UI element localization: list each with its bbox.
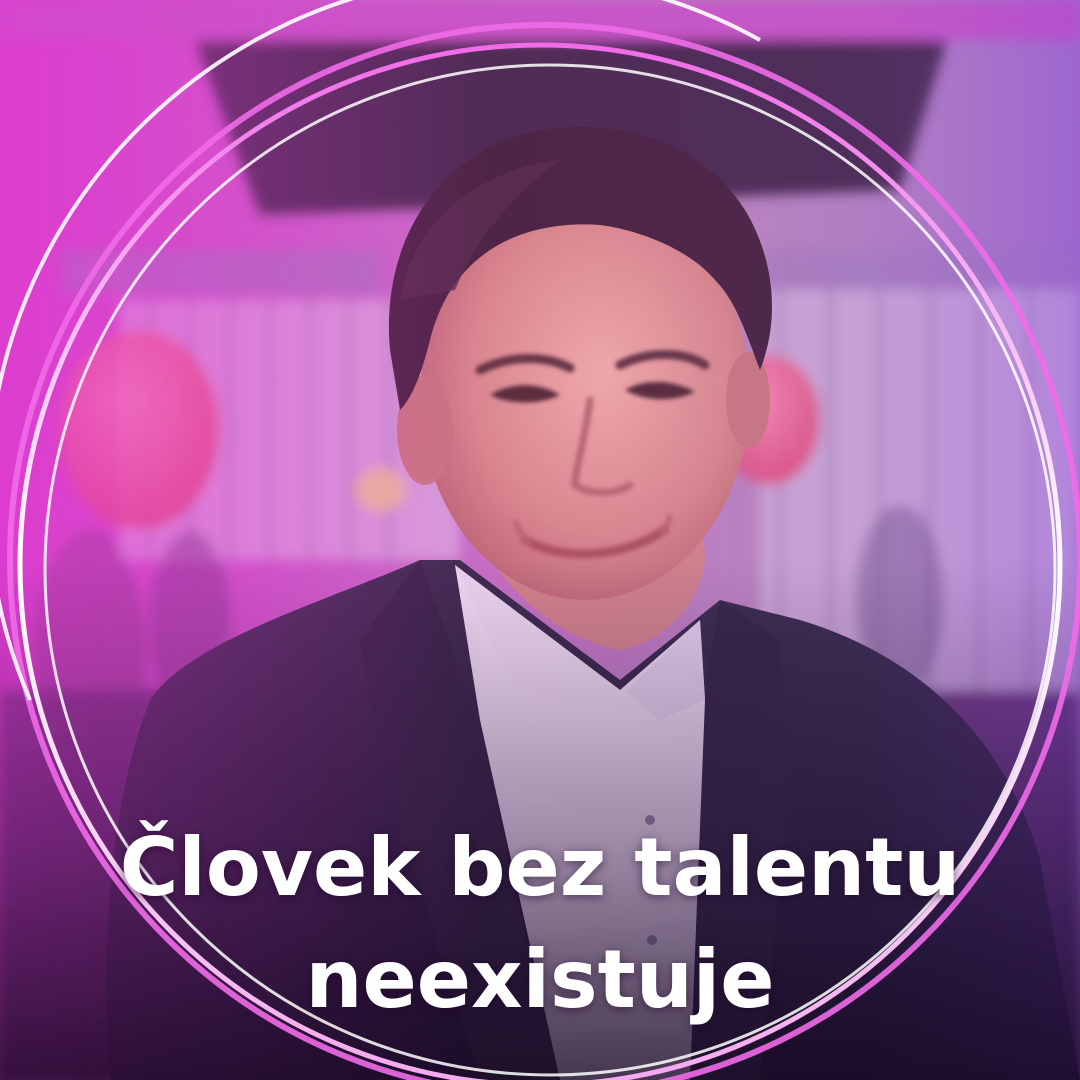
headline-caption: Človek bez talentu neexistuje [0, 812, 1080, 1036]
headline-line-2: neexistuje [305, 933, 775, 1026]
headline-line-1: Človek bez talentu [119, 821, 961, 914]
post-card: Človek bez talentu neexistuje [0, 0, 1080, 1080]
